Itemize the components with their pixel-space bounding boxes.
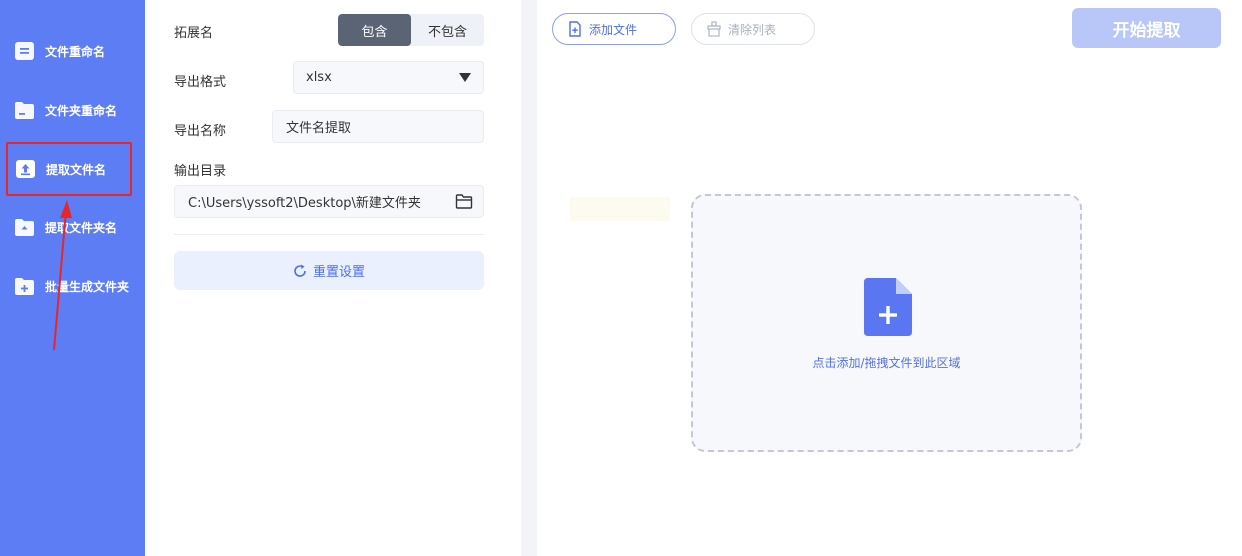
extension-toggle: 包含 不包含 — [338, 14, 484, 46]
sidebar: 文件重命名 文件夹重命名 提取文件名 提取文件夹名 批量生成文件夹 — [0, 0, 145, 556]
clear-list-button[interactable]: 清除列表 — [691, 13, 815, 45]
reset-settings-button[interactable]: 重置设置 — [174, 251, 484, 290]
format-label: 导出格式 — [174, 75, 227, 90]
include-extension-option[interactable]: 包含 — [338, 14, 411, 46]
start-extract-button[interactable]: 开始提取 — [1072, 8, 1221, 48]
format-select[interactable]: xlsx — [293, 61, 484, 94]
sidebar-item-rename-folders[interactable]: 文件夹重命名 — [0, 85, 145, 135]
file-list-area: 添加文件 清除列表 开始提取 点击添加/拖拽文件到此区域 — [537, 0, 1242, 556]
folder-up-icon — [15, 219, 34, 236]
export-name-label: 导出名称 — [174, 124, 227, 139]
divider — [174, 234, 484, 235]
add-file-button[interactable]: 添加文件 — [552, 13, 676, 45]
document-icon — [15, 42, 34, 60]
sidebar-item-extract-folder-names[interactable]: 提取文件夹名 — [0, 202, 145, 252]
background-highlight — [570, 197, 670, 221]
export-name-input[interactable] — [272, 110, 484, 143]
folder-add-icon — [15, 278, 34, 295]
file-add-icon — [864, 278, 912, 336]
output-dir-field[interactable]: C:\Users\yssoft2\Desktop\新建文件夹 — [174, 185, 484, 218]
dropzone-hint: 点击添加/拖拽文件到此区域 — [812, 356, 961, 370]
sidebar-item-label: 批量生成文件夹 — [45, 279, 130, 294]
clear-list-label: 清除列表 — [728, 22, 777, 37]
sidebar-item-label: 文件重命名 — [45, 44, 106, 59]
reset-settings-label: 重置设置 — [312, 265, 365, 280]
sidebar-item-rename-files[interactable]: 文件重命名 — [0, 26, 145, 76]
output-dir-path: C:\Users\yssoft2\Desktop\新建文件夹 — [188, 196, 421, 211]
folder-open-icon[interactable] — [455, 194, 473, 209]
caret-down-icon — [459, 73, 471, 82]
sidebar-item-extract-filenames[interactable]: 提取文件名 — [6, 142, 132, 196]
sidebar-item-label: 文件夹重命名 — [45, 103, 118, 118]
settings-panel: 拓展名 包含 不包含 导出格式 xlsx 导出名称 输出目录 C:\Users\… — [145, 0, 521, 556]
sidebar-item-label: 提取文件夹名 — [45, 220, 118, 235]
format-value: xlsx — [306, 70, 332, 85]
clear-icon — [707, 21, 721, 37]
sidebar-item-batch-create-folders[interactable]: 批量生成文件夹 — [0, 261, 145, 311]
extension-label: 拓展名 — [174, 26, 214, 41]
upload-icon — [16, 160, 35, 178]
file-add-icon — [569, 21, 581, 37]
refresh-icon — [294, 264, 306, 277]
folder-icon — [15, 102, 34, 119]
add-file-label: 添加文件 — [589, 22, 638, 37]
file-dropzone[interactable]: 点击添加/拖拽文件到此区域 — [691, 194, 1082, 452]
output-dir-label: 输出目录 — [174, 164, 227, 179]
exclude-extension-option[interactable]: 不包含 — [411, 14, 484, 46]
sidebar-item-label: 提取文件名 — [46, 162, 107, 177]
